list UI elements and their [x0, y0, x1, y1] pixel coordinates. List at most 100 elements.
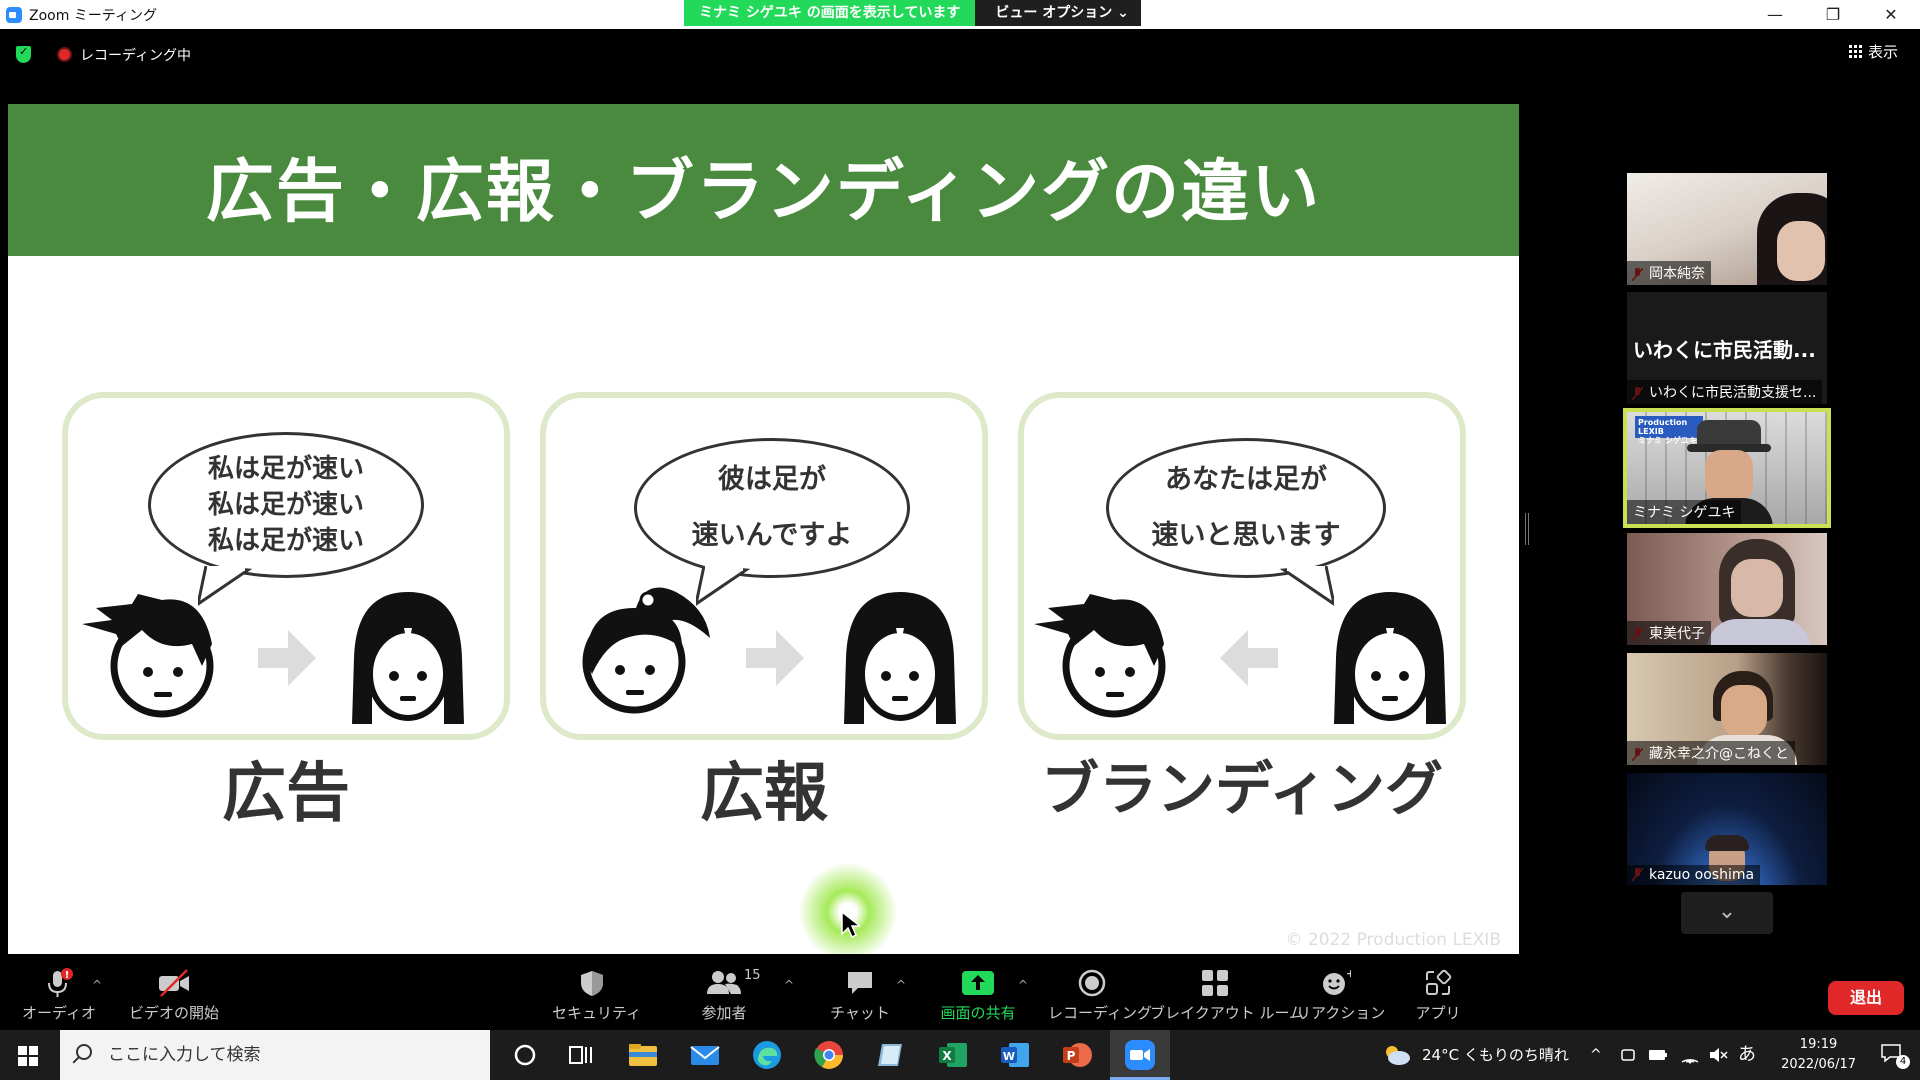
svg-text:X: X [942, 1049, 952, 1063]
meeting-toolbar: ! オーディオ ^ ビデオの開始 セキュリティ 15 参加者 ^ チャット ^ … [0, 956, 1920, 1030]
participant-name: kazuo ooshima [1627, 865, 1761, 885]
gallery-scroll-down-button[interactable]: ⌄ [1681, 892, 1773, 934]
window-title: Zoom ミーティング [29, 7, 157, 24]
edge-browser-icon[interactable] [750, 1038, 784, 1072]
participant-tile[interactable]: 東美代子 [1627, 533, 1827, 645]
shared-screen[interactable]: 広告・広報・ブランディングの違い 私は足が速い 私は足が速い 私は足が速い 広告… [8, 104, 1519, 954]
windows-start-icon[interactable] [18, 1046, 38, 1066]
recording-button[interactable]: レコーディング [1048, 968, 1152, 1023]
sharing-banner: ミナミ シゲユキ の画面を表示しています ビュー オプション ⌄ [684, 0, 1141, 26]
cortana-icon[interactable] [508, 1038, 542, 1072]
window-controls: — ❐ ✕ [1746, 0, 1920, 29]
zoom-taskbar-app[interactable] [1110, 1030, 1170, 1080]
encryption-shield-icon[interactable] [16, 45, 31, 63]
notes-app-icon[interactable] [874, 1038, 908, 1072]
weather-text[interactable]: 24°C くもりのち晴れ [1422, 1030, 1569, 1080]
clock-date: 2022/06/17 [1781, 1057, 1856, 1072]
share-options-caret[interactable]: ^ [1018, 978, 1028, 992]
svg-text:W: W [1003, 1050, 1015, 1063]
participants-button[interactable]: 15 参加者 [684, 968, 764, 1023]
clock-time: 19:19 [1799, 1037, 1838, 1052]
girl-face-icon [1334, 592, 1446, 724]
taskbar-clock[interactable]: 19:19 2022/06/17 [1781, 1035, 1856, 1075]
participant-tile-active-speaker[interactable]: Production LEXIB ミナミ シゲユキ ミナミ シゲユキ [1623, 408, 1831, 528]
breakout-rooms-icon [1202, 970, 1228, 996]
audio-options-caret[interactable]: ^ [92, 978, 102, 992]
participants-options-caret[interactable]: ^ [784, 978, 794, 992]
powerpoint-icon[interactable]: P [1060, 1038, 1094, 1072]
search-icon [76, 1044, 92, 1060]
slide-title: 広告・広報・ブランディングの違い [205, 153, 1322, 232]
speech-bubble: 彼は足が 速いんですよ [634, 438, 910, 578]
boy-face-icon [1034, 594, 1166, 718]
reactions-button[interactable]: + リアクション [1296, 968, 1386, 1023]
arrow-right-icon [258, 630, 316, 686]
bubble-line: あなたは足が [1165, 464, 1327, 495]
share-screen-button[interactable]: 画面の共有 [936, 968, 1020, 1023]
chat-button[interactable]: チャット [822, 968, 898, 1023]
sharing-banner-text: ミナミ シゲユキ の画面を表示しています [684, 0, 976, 26]
breakout-rooms-button[interactable]: ブレイクアウト ルーム [1150, 968, 1304, 1023]
speech-bubble: 私は足が速い 私は足が速い 私は足が速い [148, 432, 424, 578]
participant-tile[interactable]: kazuo ooshima [1627, 773, 1827, 885]
boy-face-icon [82, 594, 214, 718]
participant-tile[interactable]: 藏永幸之介@こねくと [1627, 653, 1827, 765]
audio-button[interactable]: ! オーディオ [22, 968, 96, 1023]
bubble-line: 速いんですよ [691, 520, 853, 551]
start-video-button[interactable]: ビデオの開始 [128, 968, 220, 1023]
excel-icon[interactable]: X [936, 1038, 970, 1072]
chat-options-caret[interactable]: ^ [896, 978, 906, 992]
bubble-line: 私は足が速い [207, 454, 364, 484]
view-menu-label: 表示 [1867, 43, 1898, 61]
svg-text:!: ! [65, 970, 70, 981]
speech-bubble: あなたは足が 速いと思います [1106, 438, 1386, 578]
speaker-muted-icon[interactable] [1708, 1046, 1728, 1064]
restore-button[interactable]: ❐ [1804, 0, 1862, 29]
view-menu-button[interactable]: 表示 [1848, 41, 1898, 62]
view-options-button[interactable]: ビュー オプション ⌄ [975, 0, 1141, 26]
participants-count: 15 [744, 968, 761, 983]
taskbar-search[interactable] [60, 1030, 490, 1080]
bubble-line: 彼は足が [718, 464, 826, 495]
notification-count-badge: 4 [1896, 1055, 1910, 1069]
svg-text:P: P [1067, 1049, 1076, 1063]
security-shield-icon [581, 971, 603, 996]
minimize-button[interactable]: — [1746, 0, 1804, 29]
participant-name: 藏永幸之介@こねくと [1627, 741, 1795, 765]
panel-public-relations: 彼は足が 速いんですよ [540, 392, 988, 740]
notification-center-button[interactable]: 4 [1880, 1043, 1910, 1069]
ponytail-girl-face-icon [582, 587, 710, 714]
slide-watermark: © 2022 Production LEXIB [1285, 930, 1501, 950]
bubble-tail-icon [1279, 566, 1334, 606]
participant-tile[interactable]: 岡本純奈 [1627, 173, 1827, 285]
cursor-highlight [798, 862, 898, 954]
mail-icon[interactable] [688, 1038, 722, 1072]
battery-icon[interactable] [1648, 1048, 1668, 1062]
participant-tile[interactable]: いわくに市民活動... いわくに市民活動支援セ... [1627, 292, 1827, 404]
security-button[interactable]: セキュリティ [552, 968, 641, 1023]
grid-icon [1848, 45, 1862, 58]
file-explorer-icon[interactable] [626, 1038, 660, 1072]
recording-status[interactable]: レコーディング中 [80, 45, 191, 65]
wifi-icon[interactable] [1680, 1046, 1700, 1064]
caption-advertising: 広告 [222, 757, 350, 831]
panel-resize-handle[interactable] [1525, 513, 1529, 545]
participant-name: ミナミ シゲユキ [1627, 500, 1742, 524]
participant-name: 岡本純奈 [1627, 261, 1711, 285]
leave-meeting-button[interactable]: 退出 [1828, 981, 1904, 1015]
word-icon[interactable]: W [998, 1038, 1032, 1072]
task-view-icon[interactable] [564, 1038, 598, 1072]
audio-label: オーディオ [22, 1004, 96, 1022]
tray-chevron-up-icon[interactable]: ^ [1590, 1030, 1602, 1080]
chrome-browser-icon[interactable] [812, 1038, 846, 1072]
girl-face-icon [844, 592, 956, 724]
close-button[interactable]: ✕ [1862, 0, 1920, 29]
reactions-label: リアクション [1296, 1004, 1386, 1022]
weather-cloud-icon[interactable] [1382, 1043, 1412, 1067]
meet-now-icon[interactable] [1620, 1047, 1636, 1063]
taskbar-search-input[interactable] [108, 1043, 468, 1067]
start-video-label: ビデオの開始 [128, 1004, 219, 1022]
participants-icon [707, 971, 741, 994]
apps-button[interactable]: アプリ [1400, 968, 1476, 1023]
ime-mode-indicator[interactable]: あ [1738, 1030, 1756, 1080]
